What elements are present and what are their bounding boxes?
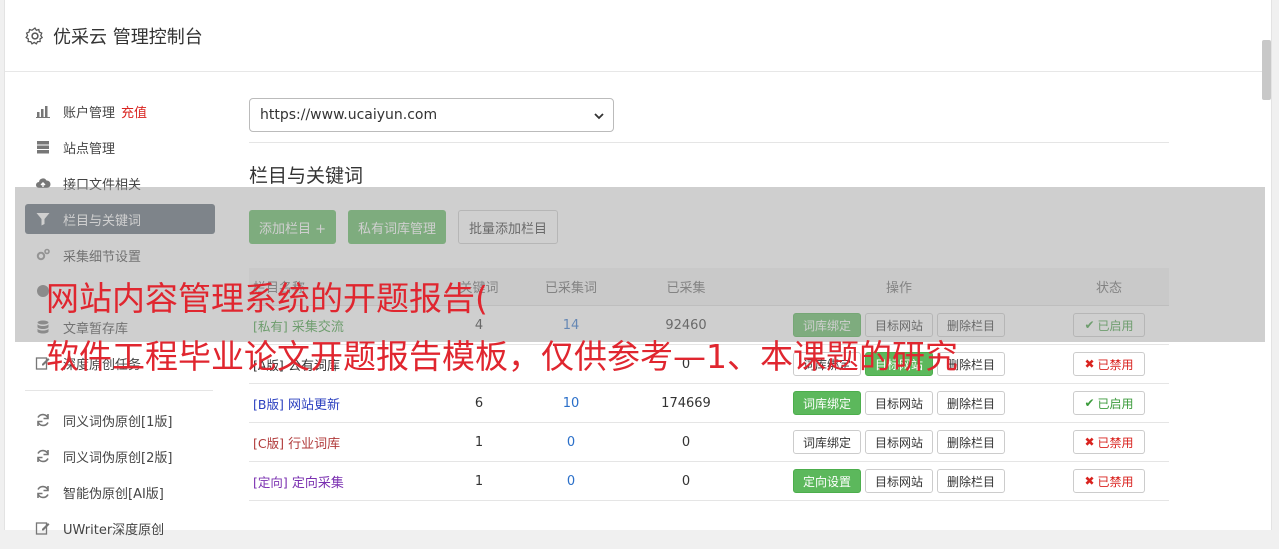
watermark-line-2: 软件工程毕业论文开题报告模板，仅供参考—1、本课题的研究	[46, 337, 958, 376]
row-actions: 定向设置 目标网站 删除栏目	[749, 469, 1049, 493]
status-label: 已启用	[1097, 396, 1134, 411]
site-select[interactable]: https://www.ucaiyun.com	[249, 98, 614, 132]
server-icon	[37, 141, 49, 154]
watermark-line-1: 网站内容管理系统的开题报告(	[46, 279, 488, 318]
status-toggle[interactable]: ✖ 已禁用	[1073, 469, 1145, 493]
chevron-down-icon	[594, 113, 604, 120]
delete-column-button[interactable]: 删除栏目	[937, 391, 1006, 415]
keyword-count: 1	[474, 473, 484, 489]
section-title: 栏目与关键词	[249, 165, 364, 187]
refresh-icon	[37, 449, 49, 463]
nav-item-label: 智能伪原创[AI版]	[63, 486, 164, 502]
target-site-button[interactable]: 目标网站	[864, 391, 933, 415]
sidebar-items-0[interactable]: 账户管理 充值	[25, 96, 215, 126]
collected-count: 0	[681, 434, 691, 450]
bar-chart-icon	[36, 106, 50, 118]
column-name[interactable]: [C版] 行业词库	[249, 433, 439, 452]
nav-item-label: 同义词伪原创[2版]	[63, 450, 173, 466]
gear-icon	[25, 26, 44, 45]
delete-column-button[interactable]: 删除栏目	[937, 469, 1006, 493]
x-icon: ✖	[1084, 474, 1095, 488]
table-row: [C版] 行业词库 1 0 0 词库绑定 目标网站 删除栏目 ✖ 已禁用	[249, 423, 1169, 462]
column-title: 定向采集	[291, 475, 344, 491]
target-site-button[interactable]: 目标网站	[864, 430, 933, 454]
x-icon: ✖	[1084, 357, 1095, 371]
sidebar-divider	[25, 390, 213, 391]
row-actions: 词库绑定目标网站删除栏目	[749, 430, 1049, 454]
nav-item-label: UWriter深度原创	[63, 522, 165, 538]
collected-count: 174669	[661, 395, 711, 411]
status-toggle[interactable]: ✔已启用	[1073, 391, 1145, 415]
keyword-count: 1	[474, 434, 484, 450]
status-label: 已禁用	[1097, 474, 1134, 489]
nav-item-label: 站点管理	[63, 141, 116, 157]
sidebar-tools-3[interactable]: UWriter深度原创	[25, 513, 215, 543]
divider	[249, 142, 1169, 143]
check-icon: ✔	[1084, 396, 1095, 410]
bind-lexicon-button[interactable]: 定向设置	[792, 469, 861, 493]
status-label: 已禁用	[1097, 435, 1134, 450]
column-name[interactable]: [B版] 网站更新	[249, 394, 439, 413]
row-actions: 词库绑定目标网站删除栏目	[749, 391, 1049, 415]
sidebar-tools-2[interactable]: 智能伪原创[AI版]	[25, 477, 215, 507]
scrollbar[interactable]	[1262, 40, 1271, 100]
table-row: [B版] 网站更新 6 10 174669 词库绑定 目标网站 删除栏目 ✔ 已启用	[249, 384, 1169, 423]
sidebar-tools-1[interactable]: 同义词伪原创[2版]	[25, 441, 215, 471]
refresh-icon	[37, 413, 49, 427]
column-tag: [定向]	[253, 474, 288, 490]
column-name[interactable]: [定向] 定向采集	[249, 472, 439, 491]
delete-column-button[interactable]: 删除栏目	[937, 430, 1006, 454]
page-title: 优采云 管理控制台	[53, 26, 203, 48]
refresh-icon	[37, 485, 49, 499]
sidebar-items-1[interactable]: 站点管理	[25, 132, 215, 162]
nav-item-label: 账户管理	[63, 105, 116, 121]
column-tag: [C版]	[253, 435, 284, 451]
header: 优采云 管理控制台	[5, 0, 1271, 72]
nav-item-label: 同义词伪原创[1版]	[63, 414, 173, 430]
x-icon: ✖	[1084, 435, 1095, 449]
collected-word-count[interactable]: 0	[519, 474, 623, 489]
collected-count: 0	[681, 473, 691, 489]
recharge-link[interactable]: 充值	[121, 102, 147, 121]
column-title: 行业词库	[288, 436, 341, 452]
status-toggle[interactable]: ✖ 已禁用	[1073, 430, 1145, 454]
collected-word-count[interactable]: 10	[519, 396, 623, 411]
site-select-value: https://www.ucaiyun.com	[260, 107, 438, 123]
collected-word-count[interactable]: 0	[519, 435, 623, 450]
status-label: 已禁用	[1097, 357, 1134, 372]
target-site-button[interactable]: 目标网站	[864, 469, 933, 493]
bind-lexicon-button[interactable]: 词库绑定	[792, 430, 861, 454]
edit-icon	[35, 522, 50, 535]
sidebar-tools-0[interactable]: 同义词伪原创[1版]	[25, 405, 215, 435]
status-toggle[interactable]: ✖ 已禁用	[1073, 352, 1145, 376]
column-title: 网站更新	[287, 397, 340, 413]
column-tag: [B版]	[253, 396, 284, 412]
keyword-count: 6	[474, 395, 484, 411]
bind-lexicon-button[interactable]: 词库绑定	[792, 391, 861, 415]
table-row: [定向] 定向采集 1 0 0 定向设置 目标网站 删除栏目 ✖ 已禁用	[249, 462, 1169, 501]
